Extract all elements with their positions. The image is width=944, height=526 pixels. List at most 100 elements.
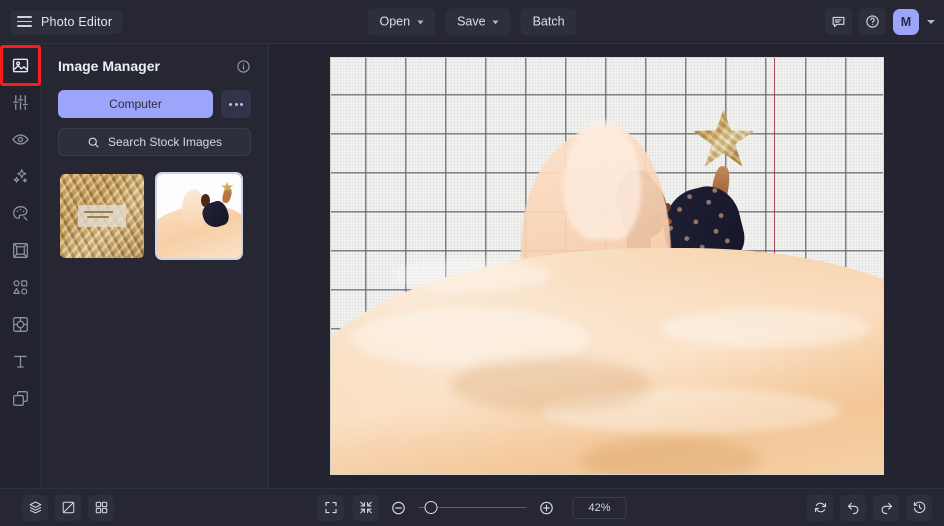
sidebar-item-adjust[interactable] bbox=[9, 91, 32, 114]
zoom-out-button[interactable] bbox=[388, 497, 410, 519]
thumbnail-card-overlay bbox=[78, 205, 126, 227]
zoom-level-value: 42% bbox=[588, 501, 611, 514]
duplicate-layers-icon bbox=[12, 391, 28, 406]
file-actions: Open Save Batch bbox=[367, 8, 577, 35]
canvas-area[interactable] bbox=[269, 44, 944, 488]
batch-button[interactable]: Batch bbox=[520, 8, 577, 35]
zoom-controls: 42% bbox=[317, 494, 627, 521]
text-icon bbox=[13, 355, 27, 368]
sidebar-item-paint[interactable] bbox=[9, 202, 32, 225]
thumbnail-image bbox=[60, 174, 144, 258]
account-chevron-down-icon[interactable] bbox=[927, 19, 935, 24]
sliders-icon bbox=[12, 95, 28, 110]
sidebar-item-text[interactable] bbox=[9, 350, 32, 373]
source-row: Computer bbox=[58, 90, 251, 118]
thumbnail-image bbox=[157, 174, 241, 258]
gold-foil-thumbnail[interactable] bbox=[58, 172, 146, 260]
save-label: Save bbox=[457, 14, 486, 29]
model-photo-thumbnail[interactable] bbox=[155, 172, 243, 260]
tulle-shadow bbox=[450, 358, 651, 412]
ellipsis-icon bbox=[240, 102, 243, 106]
collapse-arrows-icon bbox=[359, 501, 372, 514]
expand-corners-icon bbox=[324, 501, 337, 514]
sidebar-item-enhance[interactable] bbox=[9, 165, 32, 188]
plus-circle-icon bbox=[540, 501, 553, 514]
tulle-fold bbox=[390, 258, 551, 292]
panel-header: Image Manager bbox=[58, 58, 251, 74]
app-title: Photo Editor bbox=[41, 14, 113, 29]
computer-button[interactable]: Computer bbox=[58, 90, 213, 118]
photo-editor-app: Photo Editor Open Save Batch M Image Man… bbox=[0, 0, 944, 526]
zoom-slider[interactable] bbox=[418, 499, 527, 517]
comment-icon bbox=[832, 16, 845, 28]
image-icon bbox=[12, 58, 28, 73]
zoom-in-button[interactable] bbox=[536, 497, 558, 519]
history-button[interactable] bbox=[906, 494, 932, 521]
minus-circle-icon bbox=[392, 501, 405, 514]
search-stock-images-button[interactable]: Search Stock Images bbox=[58, 128, 251, 156]
tool-rail bbox=[0, 44, 41, 488]
account-tools: M bbox=[825, 8, 935, 35]
bottom-bar: 42% bbox=[0, 488, 944, 526]
undo-button[interactable] bbox=[840, 494, 866, 521]
view-tools bbox=[22, 494, 114, 521]
zoom-slider-handle[interactable] bbox=[424, 501, 438, 514]
shapes-icon bbox=[12, 280, 27, 295]
main-body: Image Manager Computer Search Stock Imag… bbox=[0, 44, 944, 488]
grid-view-button[interactable] bbox=[88, 494, 114, 521]
layers-stack-icon bbox=[29, 501, 41, 514]
palette-icon bbox=[12, 206, 27, 221]
frame-icon bbox=[12, 243, 28, 258]
info-button[interactable] bbox=[236, 59, 251, 74]
grid-four-icon bbox=[95, 501, 107, 514]
top-bar: Photo Editor Open Save Batch M bbox=[0, 0, 944, 44]
ellipsis-icon bbox=[229, 102, 232, 106]
save-button[interactable]: Save bbox=[445, 8, 511, 35]
chevron-down-icon bbox=[492, 20, 499, 25]
fit-screen-button[interactable] bbox=[352, 494, 379, 521]
app-menu-button[interactable]: Photo Editor bbox=[10, 9, 123, 34]
layers-button[interactable] bbox=[22, 494, 48, 521]
ellipsis-icon bbox=[234, 102, 238, 106]
editing-photo[interactable] bbox=[329, 57, 884, 475]
sidebar-item-effects[interactable] bbox=[9, 128, 32, 151]
open-button[interactable]: Open bbox=[367, 8, 436, 35]
compare-split-icon bbox=[62, 501, 74, 514]
help-circle-icon bbox=[866, 15, 879, 28]
sidebar-item-shapes[interactable] bbox=[9, 276, 32, 299]
hamburger-icon bbox=[17, 16, 32, 27]
focus-square-icon bbox=[12, 317, 28, 332]
help-button[interactable] bbox=[859, 8, 886, 35]
sidebar-item-layers[interactable] bbox=[9, 387, 32, 410]
batch-label: Batch bbox=[532, 14, 565, 29]
sidebar-item-image[interactable] bbox=[0, 45, 41, 86]
info-icon bbox=[237, 59, 250, 73]
tulle-veil-highlight bbox=[562, 120, 641, 240]
more-sources-button[interactable] bbox=[221, 90, 251, 118]
redo-button[interactable] bbox=[873, 494, 899, 521]
sidebar-item-frames[interactable] bbox=[9, 239, 32, 262]
tulle-fold bbox=[660, 308, 871, 348]
reset-button[interactable] bbox=[807, 494, 833, 521]
history-tools bbox=[807, 494, 932, 521]
sparkles-icon bbox=[13, 169, 27, 183]
chevron-down-icon bbox=[417, 20, 424, 25]
zoom-level-field[interactable]: 42% bbox=[572, 496, 627, 519]
fullscreen-button[interactable] bbox=[317, 494, 344, 521]
search-icon bbox=[88, 137, 99, 148]
compare-button[interactable] bbox=[55, 494, 81, 521]
thumbnail-list bbox=[58, 172, 251, 260]
avatar-initial: M bbox=[900, 14, 912, 29]
page-title: Image Manager bbox=[58, 58, 160, 74]
feedback-button[interactable] bbox=[825, 8, 852, 35]
refresh-icon bbox=[814, 502, 826, 513]
clock-history-icon bbox=[913, 501, 925, 514]
avatar[interactable]: M bbox=[893, 8, 919, 35]
image-manager-panel: Image Manager Computer Search Stock Imag… bbox=[41, 44, 269, 488]
eye-icon bbox=[11, 134, 29, 145]
search-label: Search Stock Images bbox=[107, 135, 223, 149]
redo-arrow-icon bbox=[881, 502, 892, 515]
tulle-shadow bbox=[580, 438, 761, 474]
undo-arrow-icon bbox=[847, 502, 858, 515]
sidebar-item-overlay[interactable] bbox=[9, 313, 32, 336]
